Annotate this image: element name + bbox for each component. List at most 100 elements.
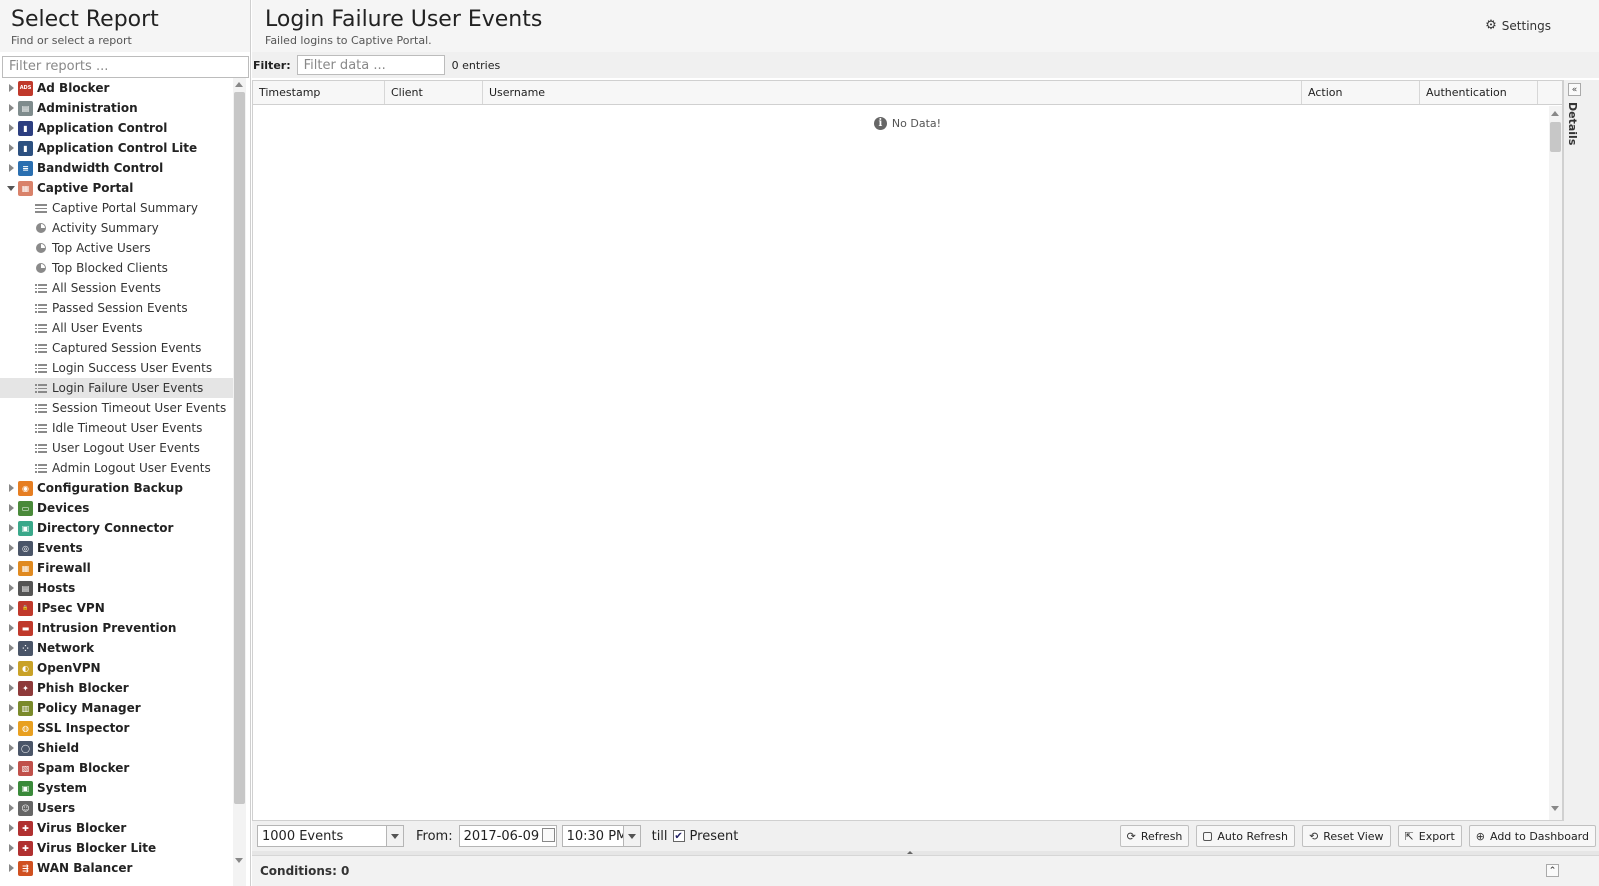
scrollbar-thumb[interactable] (1550, 122, 1561, 152)
tree-category-hosts[interactable]: ▤ Hosts (0, 578, 236, 598)
chevron-down-icon[interactable] (386, 826, 403, 846)
details-panel-title[interactable]: Details (1566, 102, 1579, 145)
tree-category-network[interactable]: ⁘ Network (0, 638, 236, 658)
tree-category-firewall[interactable]: ▦ Firewall (0, 558, 236, 578)
tree-category-spam-blocker[interactable]: ▧ Spam Blocker (0, 758, 236, 778)
column-header-client[interactable]: Client (385, 81, 483, 104)
from-time-field[interactable]: 10:30 PM (561, 825, 641, 847)
tree-report-item[interactable]: Login Failure User Events (0, 378, 236, 398)
expand-triangle-icon[interactable] (6, 603, 16, 613)
expand-triangle-icon[interactable] (6, 143, 16, 153)
present-label[interactable]: Present (690, 829, 739, 844)
tree-report-item[interactable]: User Logout User Events (0, 438, 236, 458)
expand-triangle-icon[interactable] (6, 823, 16, 833)
settings-button[interactable]: ⚙ Settings (1485, 18, 1551, 33)
tree-report-item[interactable]: Top Active Users (0, 238, 236, 258)
tree-category-phish-blocker[interactable]: ✦ Phish Blocker (0, 678, 236, 698)
tree-category-administration[interactable]: ▤ Administration (0, 98, 236, 118)
scroll-up-arrow-icon[interactable] (235, 82, 243, 87)
tree-category-configuration-backup[interactable]: ◉ Configuration Backup (0, 478, 236, 498)
calendar-icon[interactable] (541, 828, 555, 842)
expand-triangle-icon[interactable] (6, 643, 16, 653)
from-date-field[interactable]: 2017-06-09 (458, 825, 557, 847)
data-filter-input[interactable] (296, 55, 445, 75)
add-to-dashboard-button[interactable]: ⊕ Add to Dashboard (1468, 825, 1596, 847)
column-header-username[interactable]: Username (483, 81, 1302, 104)
tree-report-item[interactable]: Passed Session Events (0, 298, 236, 318)
chevron-up-icon[interactable] (907, 851, 913, 854)
expand-triangle-icon[interactable] (6, 103, 16, 113)
expand-triangle-icon[interactable] (6, 743, 16, 753)
tree-category-captive-portal[interactable]: ▦ Captive Portal (0, 178, 236, 198)
tree-category-system[interactable]: ▣ System (0, 778, 236, 798)
tree-category-ipsec-vpn[interactable]: 🔒 IPsec VPN (0, 598, 236, 618)
column-header-authentication[interactable]: Authentication (1420, 81, 1538, 104)
tree-category-openvpn[interactable]: ◐ OpenVPN (0, 658, 236, 678)
conditions-panel[interactable]: Conditions: 0 ⌃ (252, 855, 1599, 886)
expand-triangle-icon[interactable] (6, 663, 16, 673)
expand-triangle-icon[interactable] (6, 863, 16, 873)
tree-report-item[interactable]: All User Events (0, 318, 236, 338)
chevron-down-icon[interactable] (622, 826, 640, 846)
expand-triangle-icon[interactable] (6, 703, 16, 713)
scroll-down-arrow-icon[interactable] (1551, 806, 1559, 811)
expand-triangle-icon[interactable] (6, 803, 16, 813)
reset-view-button[interactable]: ⟲ Reset View (1301, 825, 1391, 847)
expand-triangle-icon[interactable] (6, 683, 16, 693)
tree-category-application-control-lite[interactable]: ▮ Application Control Lite (0, 138, 236, 158)
export-button[interactable]: ⇱ Export (1397, 825, 1462, 847)
report-filter-input[interactable] (2, 55, 249, 78)
tree-category-application-control[interactable]: ▮ Application Control (0, 118, 236, 138)
tree-category-shield[interactable]: ◯ Shield (0, 738, 236, 758)
present-checkbox[interactable]: ✔ (672, 830, 685, 842)
tree-report-item[interactable]: Top Blocked Clients (0, 258, 236, 278)
tree-category-virus-blocker[interactable]: ✚ Virus Blocker (0, 818, 236, 838)
grid-scrollbar[interactable] (1549, 106, 1562, 820)
tree-report-item[interactable]: Captured Session Events (0, 338, 236, 358)
expand-triangle-icon[interactable] (6, 523, 16, 533)
tree-category-events[interactable]: ◎ Events (0, 538, 236, 558)
tree-report-item[interactable]: Activity Summary (0, 218, 236, 238)
expand-triangle-icon[interactable] (6, 543, 16, 553)
collapse-triangle-icon[interactable] (6, 183, 16, 193)
tree-report-item[interactable]: Admin Logout User Events (0, 458, 236, 478)
expand-triangle-icon[interactable] (6, 583, 16, 593)
expand-triangle-icon[interactable] (6, 723, 16, 733)
expand-conditions-icon[interactable]: ⌃ (1546, 864, 1559, 877)
tree-report-item[interactable]: All Session Events (0, 278, 236, 298)
tree-category-ssl-inspector[interactable]: ◍ SSL Inspector (0, 718, 236, 738)
expand-triangle-icon[interactable] (6, 763, 16, 773)
tree-category-wan-balancer[interactable]: ⇶ WAN Balancer (0, 858, 236, 878)
tree-category-devices[interactable]: ▭ Devices (0, 498, 236, 518)
scroll-down-arrow-icon[interactable] (235, 858, 243, 863)
scroll-up-arrow-icon[interactable] (1551, 111, 1559, 116)
expand-triangle-icon[interactable] (6, 503, 16, 513)
expand-triangle-icon[interactable] (6, 783, 16, 793)
expand-triangle-icon[interactable] (6, 163, 16, 173)
tree-category-directory-connector[interactable]: ▣ Directory Connector (0, 518, 236, 538)
tree-category-ad-blocker[interactable]: ADS Ad Blocker (0, 78, 236, 98)
auto-refresh-button[interactable]: Auto Refresh (1196, 825, 1295, 847)
expand-triangle-icon[interactable] (6, 563, 16, 573)
tree-report-item[interactable]: Idle Timeout User Events (0, 418, 236, 438)
refresh-button[interactable]: ⟳ Refresh (1119, 825, 1190, 847)
tree-category-users[interactable]: ☺ Users (0, 798, 236, 818)
scrollbar-thumb[interactable] (234, 92, 245, 804)
expand-triangle-icon[interactable] (6, 623, 16, 633)
events-limit-select[interactable]: 1000 Events (257, 825, 404, 847)
column-header-action[interactable]: Action (1302, 81, 1420, 104)
report-tree-scrollbar[interactable] (233, 78, 246, 886)
tree-report-item[interactable]: Captive Portal Summary (0, 198, 236, 218)
expand-triangle-icon[interactable] (6, 83, 16, 93)
expand-triangle-icon[interactable] (6, 123, 16, 133)
expand-triangle-icon[interactable] (6, 483, 16, 493)
expand-triangle-icon[interactable] (6, 843, 16, 853)
tree-category-virus-blocker-lite[interactable]: ✚ Virus Blocker Lite (0, 838, 236, 858)
column-header-timestamp[interactable]: Timestamp (253, 81, 385, 104)
tree-report-item[interactable]: Session Timeout User Events (0, 398, 236, 418)
expand-details-icon[interactable]: « (1568, 83, 1581, 96)
tree-report-item[interactable]: Login Success User Events (0, 358, 236, 378)
tree-category-bandwidth-control[interactable]: ≡ Bandwidth Control (0, 158, 236, 178)
tree-category-policy-manager[interactable]: ▥ Policy Manager (0, 698, 236, 718)
tree-category-intrusion-prevention[interactable]: ▬ Intrusion Prevention (0, 618, 236, 638)
